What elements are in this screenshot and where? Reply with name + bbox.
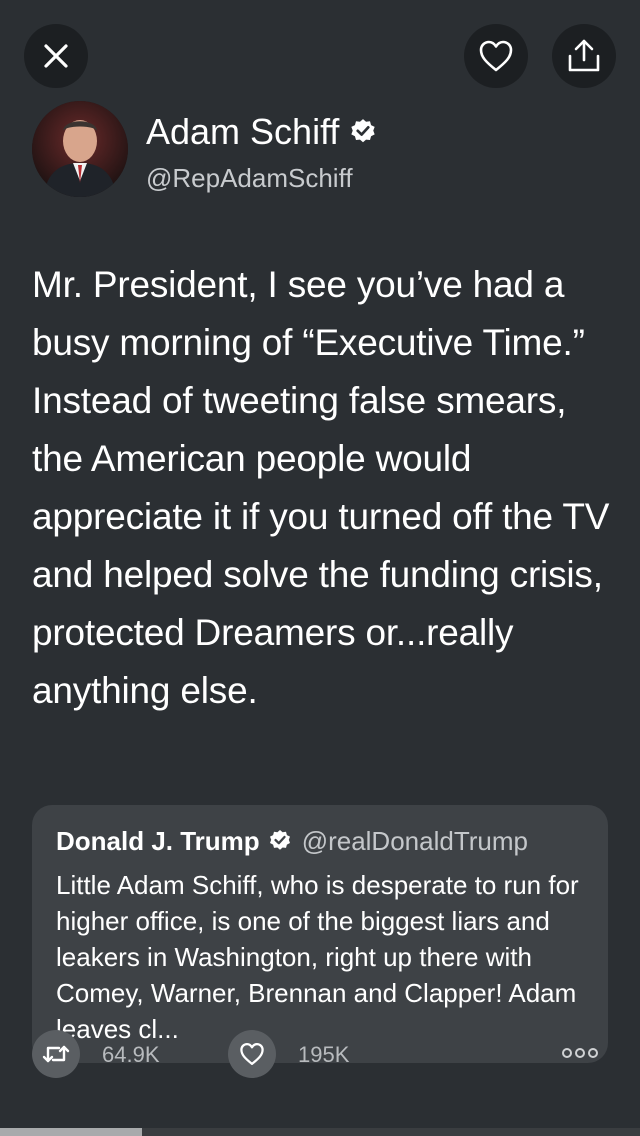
tweet-actions-bar: 64.9K 195K: [32, 1030, 608, 1080]
quoted-tweet-header: Donald J. Trump @realDonaldTrump: [56, 825, 528, 857]
heart-icon: [240, 1042, 264, 1066]
author-name-row: Adam Schiff: [146, 111, 377, 153]
retweet-count: 64.9K: [102, 1042, 160, 1067]
scroll-indicator-thumb[interactable]: [0, 1128, 142, 1136]
like-button[interactable]: [464, 24, 528, 88]
avatar[interactable]: [32, 101, 128, 197]
like-count: 195K: [298, 1042, 350, 1067]
verified-badge-icon: [269, 830, 290, 850]
tweet-viewer: Adam Schiff @RepAdamSchiff Mr. President…: [0, 0, 640, 1136]
retweet-button[interactable]: [32, 1030, 80, 1078]
tweet-text: Mr. President, I see you’ve had a busy m…: [32, 264, 610, 711]
quoted-tweet-card[interactable]: Donald J. Trump @realDonaldTrump Little …: [32, 805, 608, 1063]
verified-badge-icon: [351, 119, 376, 143]
quoted-author-name: Donald J. Trump: [56, 825, 260, 856]
scroll-indicator[interactable]: [0, 1128, 640, 1136]
heart-icon: [479, 40, 513, 72]
tweet-author[interactable]: Adam Schiff @RepAdamSchiff: [32, 101, 612, 197]
more-options-button[interactable]: [560, 1040, 600, 1066]
like-count-button[interactable]: [228, 1030, 276, 1078]
share-button[interactable]: [552, 24, 616, 88]
quoted-tweet-text: Little Adam Schiff, who is desperate to …: [56, 870, 579, 1044]
author-name[interactable]: Adam Schiff: [146, 111, 339, 153]
author-handle[interactable]: @RepAdamSchiff: [146, 163, 353, 193]
quoted-author-handle: @realDonaldTrump: [301, 825, 528, 856]
avatar-image: [32, 101, 128, 197]
close-icon: [44, 44, 68, 68]
retweet-icon: [42, 1045, 70, 1063]
share-icon: [568, 39, 600, 72]
more-icon: [562, 1048, 598, 1058]
close-button[interactable]: [24, 24, 88, 88]
